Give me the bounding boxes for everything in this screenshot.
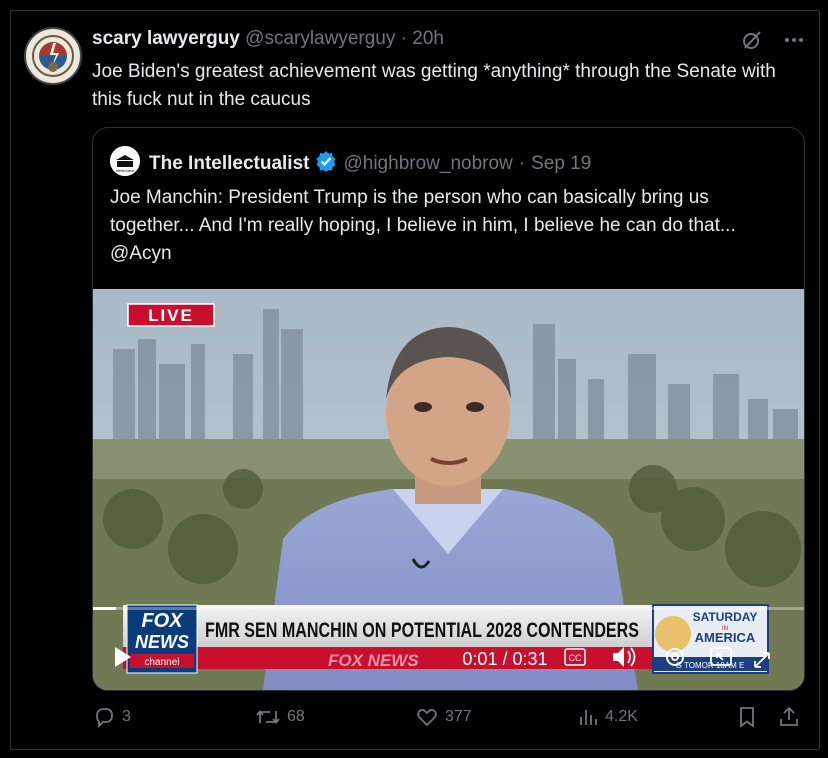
ticker-brand: FOX NEWS (328, 651, 419, 670)
promo-subtitle: AMERICA (695, 630, 756, 645)
verified-badge-icon (315, 150, 337, 178)
fox-logo-mid: NEWS (135, 632, 189, 652)
quoted-author-handle[interactable]: @highbrow_nobrow (343, 153, 512, 175)
fox-logo-bottom: channel (144, 657, 179, 668)
repost-button[interactable]: 68 (255, 705, 305, 729)
svg-text:Intellectualist: Intellectualist (116, 169, 135, 173)
promo-title: SATURDAY (693, 610, 758, 624)
quoted-author-avatar[interactable]: Intellectualist (110, 146, 140, 176)
video-frame: LIVE FMR SEN MANCHIN ON POTENTIAL 2028 C… (93, 289, 804, 690)
tweet-actions: 3 68 377 4.2K (92, 705, 804, 735)
author-name[interactable]: scary lawyerguy (92, 28, 240, 49)
quoted-separator-dot: · (518, 153, 526, 174)
views-count: 4.2K (605, 708, 638, 725)
tweet-header: scary lawyerguy @scarylawyerguy · 20h (92, 28, 444, 50)
quoted-text: Joe Manchin: President Trump is the pers… (110, 187, 736, 264)
reply-button[interactable]: 3 (92, 705, 131, 729)
views-button[interactable]: 4.2K (577, 705, 638, 729)
like-count: 377 (445, 708, 472, 725)
intellectualist-logo-icon: Intellectualist (110, 146, 140, 176)
quoted-author-name[interactable]: The Intellectualist (149, 153, 309, 175)
reply-icon (96, 708, 113, 729)
quoted-date[interactable]: Sep 19 (531, 153, 591, 175)
promo-ticker: G TOMOR 10AM E (676, 661, 745, 670)
author-handle[interactable]: @scarylawyerguy (245, 28, 395, 49)
share-button[interactable] (777, 705, 801, 729)
repost-count: 68 (287, 708, 305, 725)
tweet-top-icons (740, 28, 806, 57)
bookmark-icon (740, 707, 754, 728)
more-options-icon[interactable] (782, 28, 806, 57)
share-icon (780, 706, 798, 726)
grok-icon[interactable] (740, 28, 764, 57)
separator-dot: · (400, 28, 407, 49)
views-chart-icon (580, 710, 597, 725)
svg-text:CC: CC (569, 653, 582, 663)
steal-your-face-icon (27, 30, 79, 82)
lower-third-text: FMR SEN MANCHIN ON POTENTIAL 2028 CONTEN… (205, 619, 639, 642)
quoted-tweet[interactable]: Intellectualist The Intellectualist @hig… (92, 127, 805, 691)
quoted-header: The Intellectualist @highbrow_nobrow · S… (149, 150, 591, 178)
live-badge: LIVE (148, 306, 194, 325)
video-time: 0:01 / 0:31 (462, 649, 547, 669)
video-player[interactable]: LIVE FMR SEN MANCHIN ON POTENTIAL 2028 C… (93, 289, 804, 690)
heart-icon (417, 708, 437, 727)
like-button[interactable]: 377 (415, 705, 472, 729)
video-progress-fill (93, 607, 116, 610)
tweet-text: Joe Biden's greatest achievement was get… (92, 61, 776, 110)
fox-logo-top: FOX (141, 610, 184, 632)
tweet-time[interactable]: 20h (412, 28, 444, 49)
repost-icon (256, 710, 280, 724)
bookmark-button[interactable] (735, 705, 759, 729)
reply-count: 3 (122, 708, 131, 725)
author-avatar[interactable] (24, 27, 82, 85)
